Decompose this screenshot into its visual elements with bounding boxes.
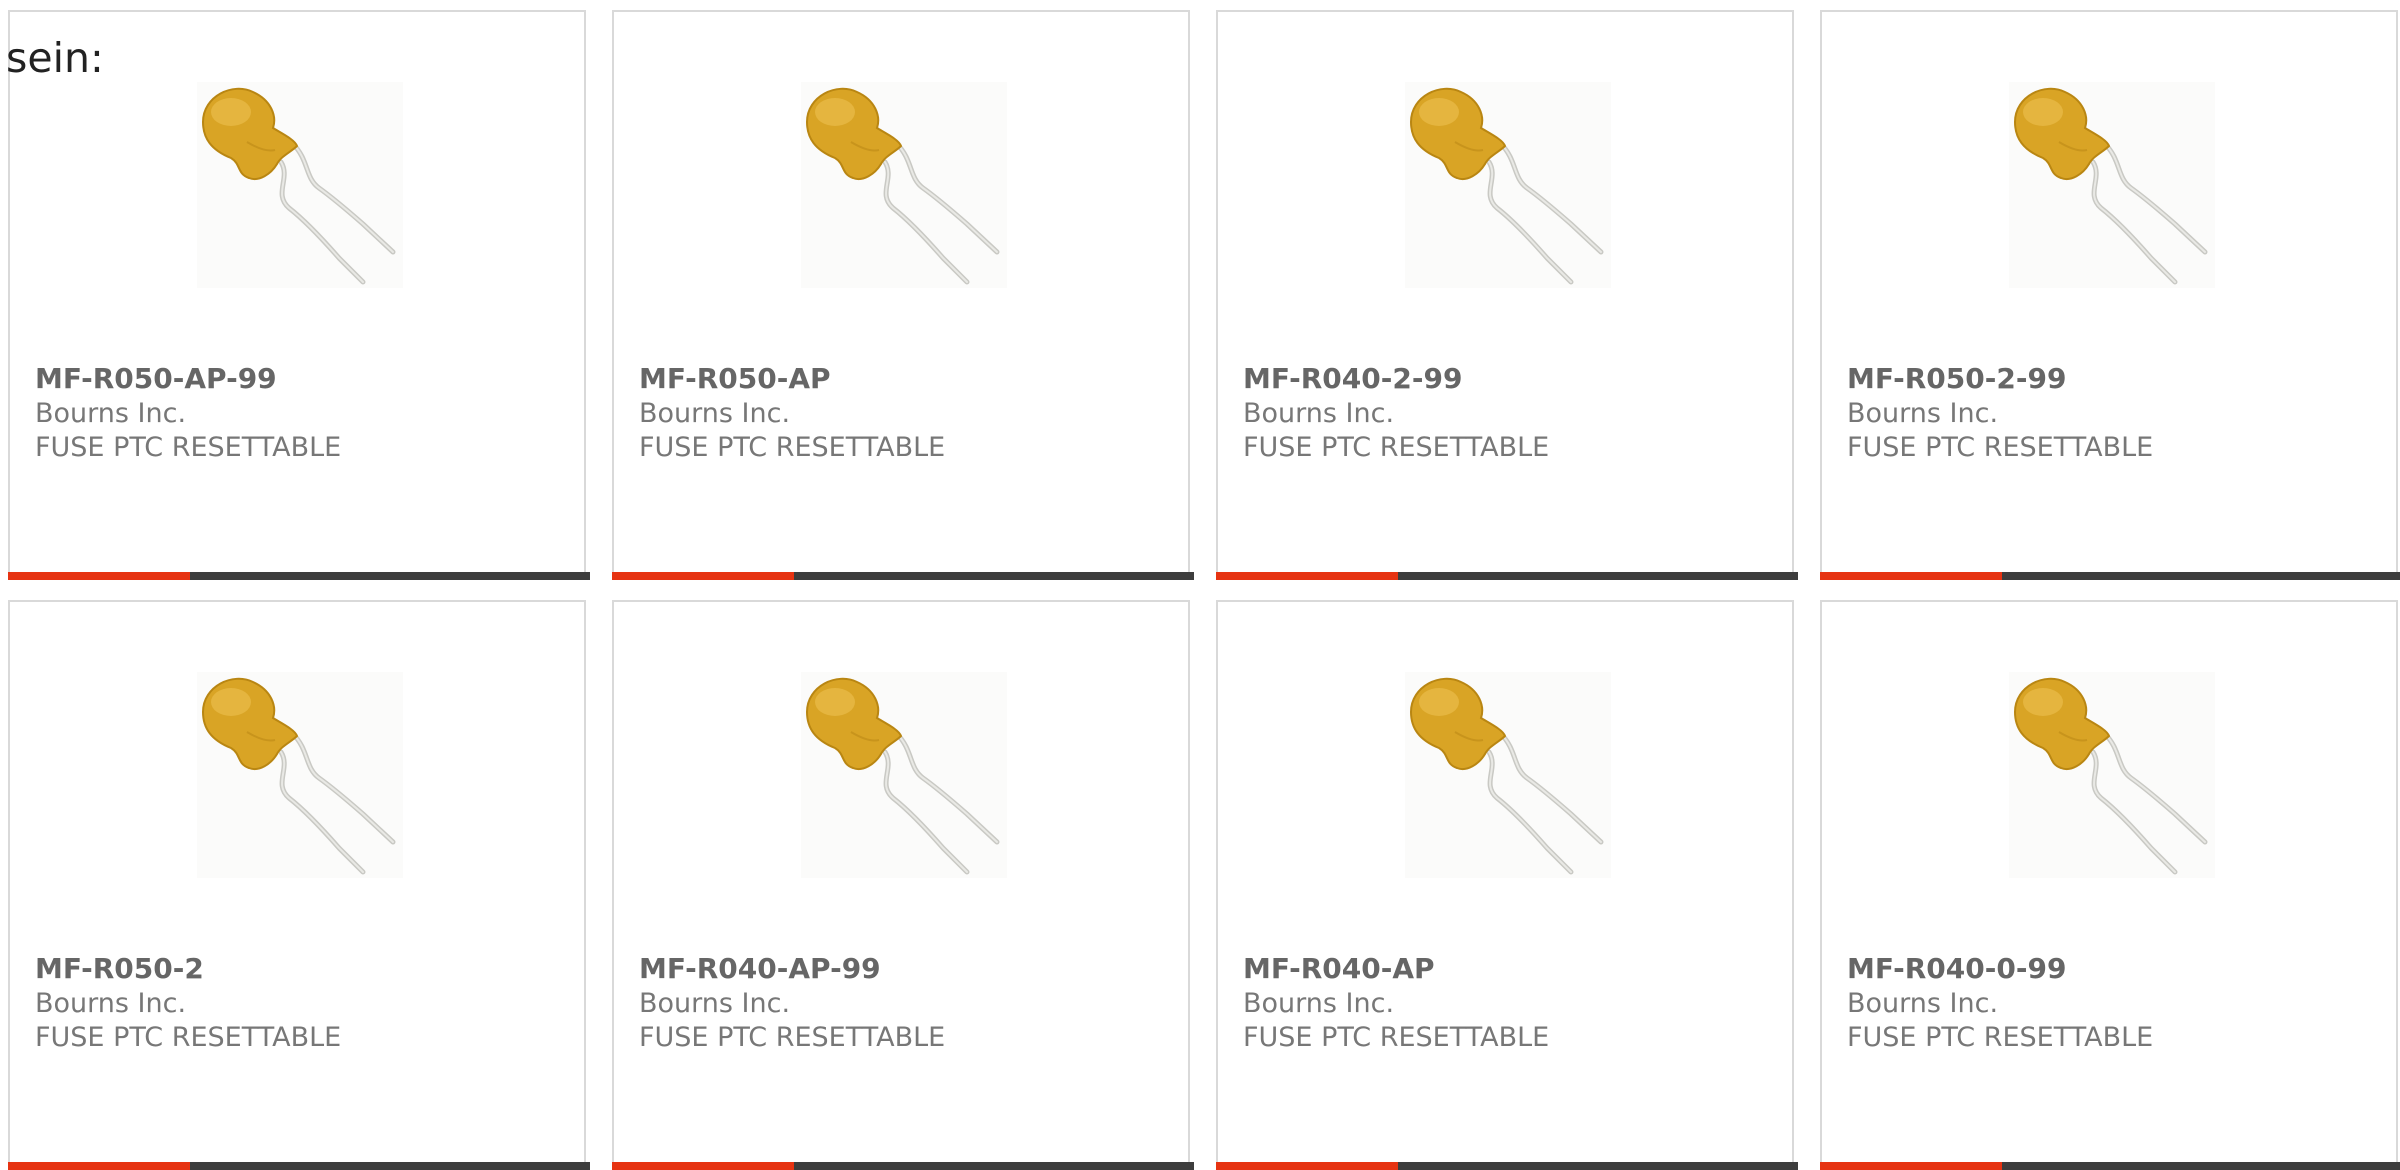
part-number[interactable]: MF-R050-2-99 bbox=[1847, 362, 2066, 395]
card-accent bbox=[1820, 1162, 2002, 1170]
product-description: FUSE PTC RESETTABLE bbox=[1847, 432, 2154, 463]
ptc-fuse-image[interactable] bbox=[1405, 672, 1611, 878]
card-accent bbox=[1216, 572, 1398, 580]
product-description: FUSE PTC RESETTABLE bbox=[35, 432, 342, 463]
product-card[interactable]: MF-R040-0-99 Bourns Inc. FUSE PTC RESETT… bbox=[1820, 600, 2400, 1170]
ptc-fuse-image bbox=[1405, 672, 1611, 878]
card-accent bbox=[8, 1162, 190, 1170]
card-accent bbox=[1216, 1162, 1398, 1170]
card-footer-bar bbox=[8, 1162, 590, 1170]
product-card[interactable]: MF-R040-2-99 Bourns Inc. FUSE PTC RESETT… bbox=[1216, 10, 1798, 580]
card-accent bbox=[1820, 572, 2002, 580]
ptc-fuse-image[interactable] bbox=[1405, 82, 1611, 288]
product-card[interactable]: MF-R050-2-99 Bourns Inc. FUSE PTC RESETT… bbox=[1820, 10, 2400, 580]
product-description: FUSE PTC RESETTABLE bbox=[1243, 432, 1550, 463]
ptc-fuse-image bbox=[2009, 672, 2215, 878]
part-number[interactable]: MF-R040-AP-99 bbox=[639, 952, 881, 985]
product-description: FUSE PTC RESETTABLE bbox=[35, 1022, 342, 1053]
card-footer-bar bbox=[8, 572, 590, 580]
part-number[interactable]: MF-R040-2-99 bbox=[1243, 362, 1462, 395]
ptc-fuse-image bbox=[2009, 82, 2215, 288]
manufacturer: Bourns Inc. bbox=[1847, 988, 1999, 1019]
manufacturer: Bourns Inc. bbox=[35, 398, 187, 429]
card-footer-bar bbox=[1820, 1162, 2400, 1170]
manufacturer: Bourns Inc. bbox=[1243, 398, 1395, 429]
product-card[interactable]: MF-R040-AP Bourns Inc. FUSE PTC RESETTAB… bbox=[1216, 600, 1798, 1170]
card-footer-bar bbox=[612, 572, 1194, 580]
manufacturer: Bourns Inc. bbox=[35, 988, 187, 1019]
product-card[interactable]: MF-R050-AP-99 Bourns Inc. FUSE PTC RESET… bbox=[8, 10, 590, 580]
product-description: FUSE PTC RESETTABLE bbox=[639, 432, 946, 463]
manufacturer: Bourns Inc. bbox=[1243, 988, 1395, 1019]
card-footer-bar bbox=[1216, 1162, 1798, 1170]
intro-text: sein: bbox=[6, 34, 104, 82]
card-accent bbox=[612, 1162, 794, 1170]
part-number[interactable]: MF-R050-AP-99 bbox=[35, 362, 277, 395]
ptc-fuse-image bbox=[197, 82, 403, 288]
ptc-fuse-image[interactable] bbox=[2009, 672, 2215, 878]
manufacturer: Bourns Inc. bbox=[1847, 398, 1999, 429]
manufacturer: Bourns Inc. bbox=[639, 988, 791, 1019]
product-card[interactable]: MF-R050-2 Bourns Inc. FUSE PTC RESETTABL… bbox=[8, 600, 590, 1170]
ptc-fuse-image[interactable] bbox=[197, 672, 403, 878]
ptc-fuse-image bbox=[801, 82, 1007, 288]
ptc-fuse-image bbox=[801, 672, 1007, 878]
ptc-fuse-image[interactable] bbox=[197, 82, 403, 288]
ptc-fuse-image bbox=[197, 672, 403, 878]
part-number[interactable]: MF-R050-AP bbox=[639, 362, 831, 395]
card-accent bbox=[612, 572, 794, 580]
ptc-fuse-image[interactable] bbox=[801, 82, 1007, 288]
part-number[interactable]: MF-R050-2 bbox=[35, 952, 204, 985]
card-footer-bar bbox=[612, 1162, 1194, 1170]
manufacturer: Bourns Inc. bbox=[639, 398, 791, 429]
card-footer-bar bbox=[1216, 572, 1798, 580]
card-accent bbox=[8, 572, 190, 580]
product-grid: MF-R050-AP-99 Bourns Inc. FUSE PTC RESET… bbox=[0, 0, 2400, 1170]
product-card[interactable]: MF-R040-AP-99 Bourns Inc. FUSE PTC RESET… bbox=[612, 600, 1194, 1170]
product-description: FUSE PTC RESETTABLE bbox=[639, 1022, 946, 1053]
ptc-fuse-image bbox=[1405, 82, 1611, 288]
product-description: FUSE PTC RESETTABLE bbox=[1243, 1022, 1550, 1053]
product-card[interactable]: MF-R050-AP Bourns Inc. FUSE PTC RESETTAB… bbox=[612, 10, 1194, 580]
ptc-fuse-image[interactable] bbox=[801, 672, 1007, 878]
part-number[interactable]: MF-R040-0-99 bbox=[1847, 952, 2066, 985]
ptc-fuse-image[interactable] bbox=[2009, 82, 2215, 288]
card-footer-bar bbox=[1820, 572, 2400, 580]
product-description: FUSE PTC RESETTABLE bbox=[1847, 1022, 2154, 1053]
part-number[interactable]: MF-R040-AP bbox=[1243, 952, 1435, 985]
